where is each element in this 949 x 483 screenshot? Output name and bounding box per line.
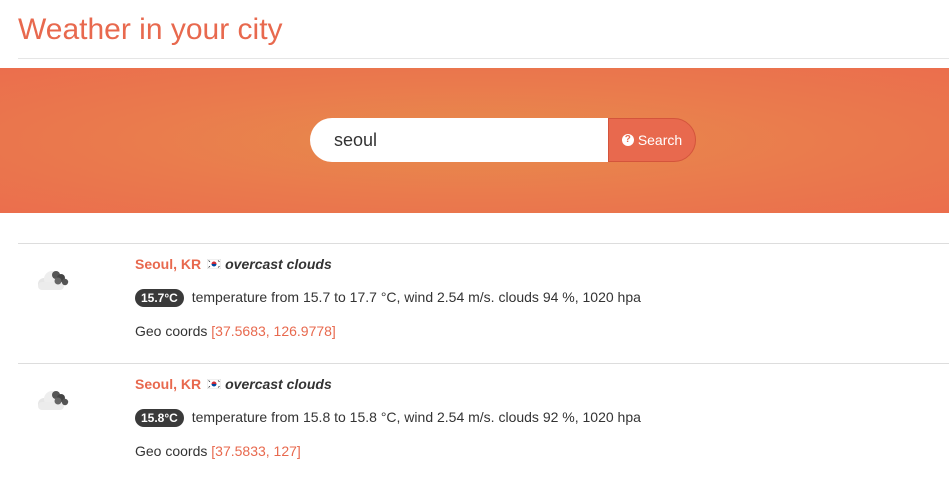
result-item: Seoul, KR overcast clouds 15.8°C tempera… (18, 363, 949, 483)
south-korea-flag-icon (207, 379, 222, 389)
question-circle-icon: ? (621, 134, 634, 146)
temperature-line: 15.7°C temperature from 15.7 to 17.7 °C,… (135, 289, 641, 307)
geo-label: Geo coords (135, 443, 208, 459)
search-banner: ? Search (0, 68, 949, 213)
geo-line: Geo coords [37.5683, 126.9778] (135, 323, 336, 339)
search-button[interactable]: ? Search (608, 118, 696, 162)
search-button-label: Search (637, 132, 683, 148)
geo-coords-link[interactable]: [37.5683, 126.9778] (211, 323, 336, 339)
weather-description: overcast clouds (225, 256, 332, 272)
city-line: Seoul, KR overcast clouds (135, 376, 332, 392)
city-link[interactable]: Seoul, KR (135, 376, 201, 392)
geo-coords-link[interactable]: [37.5833, 127] (211, 443, 301, 459)
temperature-badge: 15.8°C (135, 409, 184, 427)
south-korea-flag-icon (207, 259, 222, 269)
geo-line: Geo coords [37.5833, 127] (135, 443, 301, 459)
city-link[interactable]: Seoul, KR (135, 256, 201, 272)
weather-details: temperature from 15.8 to 15.8 °C, wind 2… (191, 409, 641, 425)
cloud-icon (38, 391, 69, 410)
search-input[interactable] (310, 118, 608, 162)
cloud-icon (38, 271, 69, 290)
results-list: Seoul, KR overcast clouds 15.7°C tempera… (18, 243, 949, 483)
page-title: Weather in your city (18, 13, 283, 46)
search-form: ? Search (310, 118, 696, 162)
weather-details: temperature from 15.7 to 17.7 °C, wind 2… (191, 289, 641, 305)
temperature-badge: 15.7°C (135, 289, 184, 307)
geo-label: Geo coords (135, 323, 208, 339)
temperature-line: 15.8°C temperature from 15.8 to 15.8 °C,… (135, 409, 641, 427)
city-line: Seoul, KR overcast clouds (135, 256, 332, 272)
result-item: Seoul, KR overcast clouds 15.7°C tempera… (18, 243, 949, 363)
page-header: Weather in your city (18, 0, 949, 59)
weather-description: overcast clouds (225, 376, 332, 392)
